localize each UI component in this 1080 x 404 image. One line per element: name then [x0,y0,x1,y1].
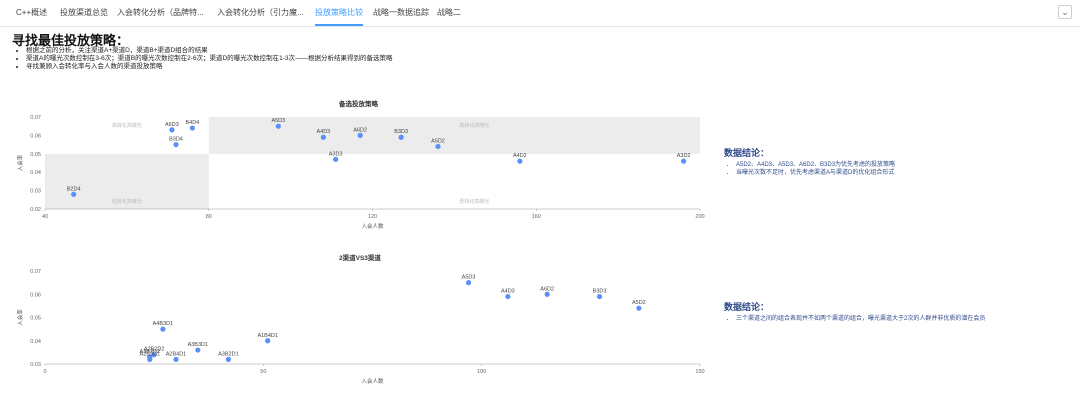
data-label: A2B4D1 [166,351,187,357]
data-label: B3D4 [169,137,183,143]
tab-cpp-overview[interactable]: C++概述 [16,0,47,26]
data-label: A3B2D1 [218,351,239,357]
conclusion-item: 当曝光次数不足时，优先考虑渠道A与渠道D的优化组合形式 [736,169,895,177]
quadrant-label: 高转化高曝光 [459,122,489,129]
data-point [596,293,603,300]
x-tick-label: 80 [206,214,212,220]
chart1-scatter: 高转化高曝光 高转化高曝光低转化高曝光 低转化高曝光40 80 120 160 2000.0… [16,115,705,230]
data-point [544,291,550,297]
intro-bullet: 根据之前的分析，关注渠道A+渠道D，渠道B+渠道D组合的结果 [26,47,393,55]
x-axis-title: 入会人数 [361,377,384,385]
data-point [160,326,166,332]
x-tick-label: 120 [368,214,377,220]
y-tick-label: 0.03 [30,362,41,368]
tab-strategy-one[interactable]: 战略一数据追踪 [373,0,429,26]
data-point [636,305,642,311]
intro-bullets: 根据之前的分析，关注渠道A+渠道D，渠道B+渠道D组合的结果 渠道A的曝光次数控… [12,47,393,71]
data-point [517,158,523,164]
y-tick-label: 0.03 [30,189,41,195]
data-label: A3D3 [329,151,343,157]
data-point [189,125,195,131]
data-label: A4D3 [316,129,330,135]
conclusion-title: 数据结论： [724,148,770,158]
y-tick-label: 0.04 [30,339,41,345]
data-point [71,191,77,197]
data-point [320,134,326,140]
x-tick-label: 150 [695,369,704,375]
conclusion-item: 三个渠道之间的组合表现并不如两个渠道的组合，曝光渠道大于2次的人群并非优质的潜在… [736,315,985,323]
y-tick-label: 0.05 [30,316,41,322]
tab-strategy-compare[interactable]: 投放策略比较 [315,0,363,26]
x-tick-label: 200 [695,214,704,220]
y-axis-title: 入会率 [16,154,24,171]
conclusion-item: A5D2、A4D3、A5D3、A6D2、B3D3为优先考虑的投放策略 [736,161,895,169]
data-point [275,123,281,129]
tab-conversion-magic[interactable]: 入会转化分析（引力魔... [217,0,304,26]
data-label: A3B3D1 [188,342,209,348]
x-tick-label: 40 [42,214,48,220]
data-point [357,132,363,138]
data-label: B3D3 [394,129,408,135]
data-point [435,143,441,150]
data-point [173,142,179,148]
x-tick-label: 100 [477,369,486,375]
quadrant-label: 高转化高曝光 [112,122,142,129]
data-point [398,134,404,140]
tab-conversion-brand[interactable]: 入会转化分析（品牌特... [117,0,204,26]
quadrant-label: 低转化高曝光 [459,198,489,205]
data-point [505,293,511,300]
data-label: B4D4 [185,120,199,126]
data-label: A6D2 [540,286,554,292]
data-point [195,347,201,353]
tab-strategy-two[interactable]: 战略二 [437,0,461,26]
chevron-down-icon: ⌄ [1061,7,1069,17]
y-tick-label: 0.02 [30,207,41,213]
data-point [681,158,687,164]
data-point [333,156,339,162]
data-point [465,280,472,286]
y-tick-label: 0.07 [30,115,41,121]
data-point [265,338,271,344]
x-tick-label: 0 [43,369,46,375]
y-tick-label: 0.06 [30,133,41,139]
data-point [169,127,175,133]
data-label: A4B3D1 [153,321,174,327]
data-label: A5D2 [431,138,445,144]
data-label: A2B3D1 [140,351,161,357]
data-label: B3D3 [593,289,607,295]
y-tick-label: 0.04 [30,170,41,176]
tab-channel-overview[interactable]: 投放渠道总览 [60,0,108,26]
tab-bar: C++概述 投放渠道总览 入会转化分析（品牌特... 入会转化分析（引力魔...… [0,0,1080,27]
conclusion-2: 数据结论： 三个渠道之间的组合表现并不如两个渠道的组合，曝光渠道大于2次的人群并… [724,300,985,323]
chart2-scatter: 0 50 100 150 0.03 0.04 0.05 0.06 0.07 入会人数 入会率 A5D3… [16,269,705,385]
data-label: A5D3 [462,275,476,281]
intro-bullet: 渠道A的曝光次数控制在3-6次；渠道B的曝光次数控制在2-6次；渠道D的曝光次数… [26,55,393,63]
data-label: A1B4D1 [257,333,278,339]
data-label: A5D3 [271,118,285,124]
data-label: A4D2 [513,153,527,159]
more-tabs-button[interactable]: ⌄ [1058,5,1072,19]
data-label: A3D2 [677,153,691,159]
data-point [225,356,231,362]
quadrant-label: 低转化高曝光 [112,198,142,205]
y-tick-label: 0.07 [30,269,41,275]
data-label: A6D2 [353,127,367,133]
y-axis-title: 入会率 [16,309,24,326]
y-tick-label: 0.05 [30,152,41,158]
data-label: A4D3 [501,289,515,295]
conclusion-1: 数据结论： A5D2、A4D3、A5D3、A6D2、B3D3为优先考虑的投放策略… [724,146,895,177]
x-tick-label: 160 [532,214,541,220]
x-axis-title: 入会人数 [361,222,384,230]
y-tick-label: 0.06 [30,292,41,298]
chart2-title: 2渠道VS3渠道 [339,255,381,262]
data-point [173,356,179,362]
intro-bullet: 寻找兼顾入会转化率与入会人数的渠道投放策略 [26,63,393,71]
x-tick-label: 50 [260,369,266,375]
data-label: A5D2 [632,300,646,306]
data-label: A6D3 [165,122,179,128]
data-point [147,356,153,362]
conclusion-title: 数据结论： [724,302,770,312]
data-label: B2D4 [67,186,81,192]
